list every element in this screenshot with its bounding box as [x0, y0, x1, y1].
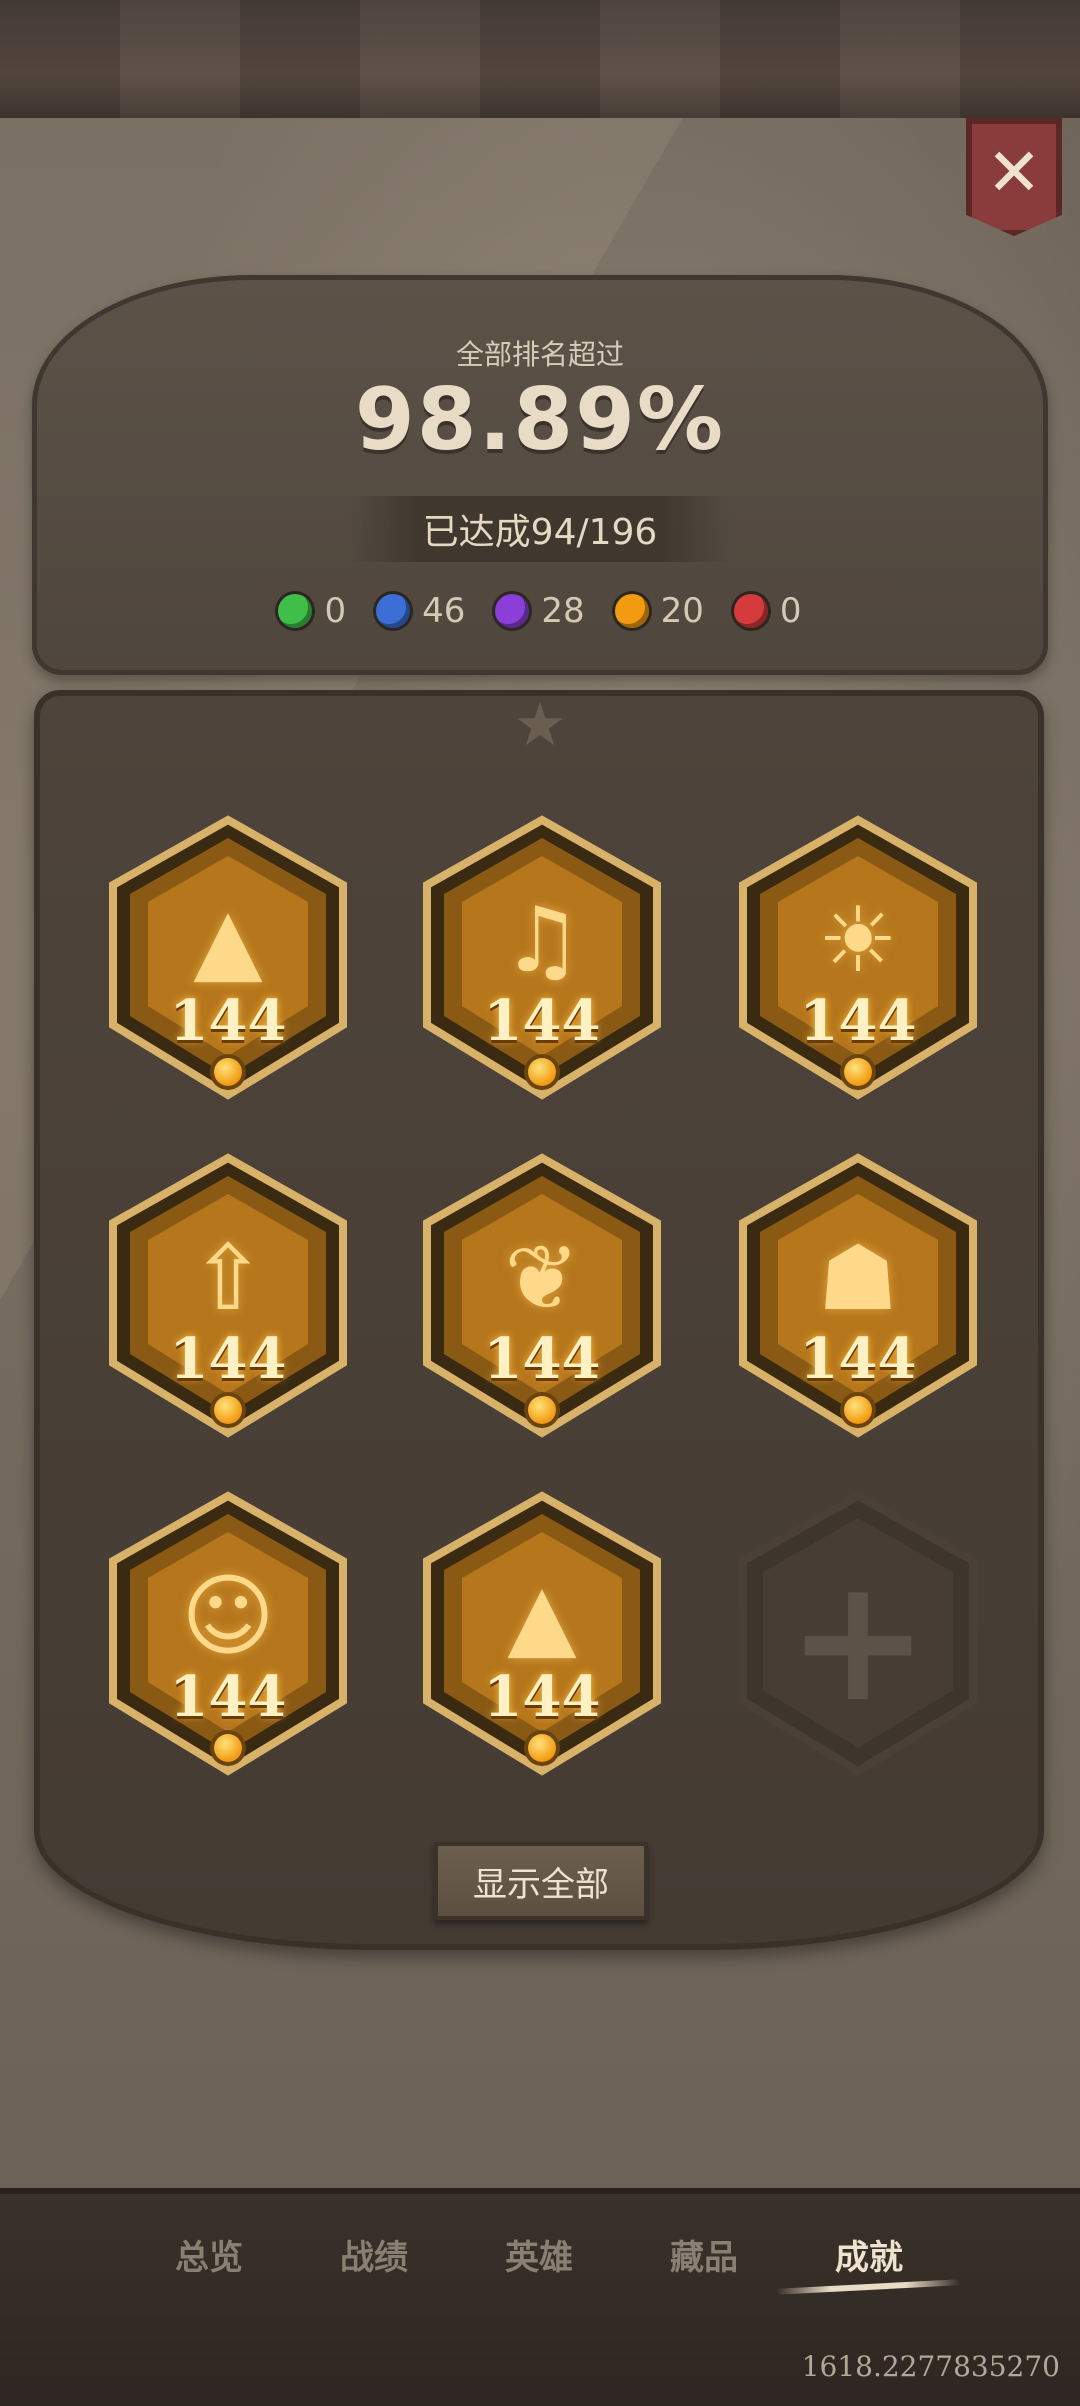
- achievement-badge[interactable]: ▲ 144: [98, 810, 358, 1110]
- gem-count-green: 0: [278, 591, 346, 631]
- orange-gem-icon: [614, 594, 649, 628]
- achievement-badge[interactable]: ☺ 144: [98, 1486, 358, 1786]
- plus-icon: +: [786, 1542, 930, 1740]
- gem-count-value: 46: [422, 591, 466, 631]
- gem-count-value: 0: [324, 591, 347, 631]
- badge-gem-icon: [214, 1396, 242, 1424]
- close-button[interactable]: ✕: [966, 118, 1062, 236]
- footer-readout: 1618.2277835270: [801, 2350, 1060, 2383]
- achievement-badge[interactable]: ☀ 144: [728, 810, 988, 1110]
- badge-gem-icon: [214, 1058, 242, 1086]
- gem-count-red: 0: [733, 591, 802, 631]
- robot-icon: ☗: [817, 1226, 899, 1331]
- purple-gem-icon: [495, 594, 530, 628]
- top-wood-strip: [0, 0, 1080, 129]
- badge-level: 144: [169, 1326, 287, 1392]
- rocket-icon: ⇧: [190, 1226, 266, 1331]
- rank-percentage: 98.89%: [354, 370, 726, 470]
- badge-level: 144: [799, 988, 917, 1054]
- badge-gem-icon: [844, 1058, 872, 1086]
- badge-gem-icon: [214, 1734, 242, 1762]
- gem-count-value: 28: [541, 591, 585, 631]
- achieved-count-text: 已达成94/196: [422, 512, 658, 553]
- rank-label: 全部排名超过: [455, 338, 624, 371]
- badge-gem-icon: [844, 1396, 872, 1424]
- blue-gem-icon: [376, 594, 411, 628]
- badge-level: 144: [799, 1326, 917, 1392]
- badge-level: 144: [483, 1326, 601, 1392]
- badge-level: 144: [483, 988, 601, 1054]
- gem-count-orange: 20: [614, 591, 704, 631]
- badge-level: 144: [169, 1664, 287, 1730]
- red-gem-icon: [733, 594, 768, 628]
- tab-achievements[interactable]: 成就: [835, 2230, 903, 2279]
- tab-collection[interactable]: 藏品: [670, 2230, 738, 2279]
- achievement-badge[interactable]: ❦ 144: [412, 1148, 672, 1448]
- badge-level: 144: [483, 1664, 601, 1730]
- badge-level: 144: [169, 988, 287, 1054]
- badge-gem-icon: [528, 1058, 556, 1086]
- achievement-badge[interactable]: ⇧ 144: [98, 1148, 358, 1448]
- tab-heroes[interactable]: 英雄: [505, 2230, 573, 2279]
- achievement-badge[interactable]: ☗ 144: [728, 1148, 988, 1448]
- girl-face-icon: ☺: [181, 1564, 275, 1669]
- green-gem-icon: [278, 594, 313, 628]
- tab-overview[interactable]: 总览: [175, 2230, 243, 2279]
- add-badge-slot[interactable]: +: [728, 1486, 988, 1786]
- sun-face-icon: ☀: [817, 888, 899, 993]
- achievement-badge[interactable]: ▲ 144: [412, 1486, 672, 1786]
- gem-count-value: 0: [779, 591, 802, 631]
- mountain-icon: ▲: [507, 1564, 577, 1669]
- star-icon: ★: [513, 690, 567, 760]
- music-record-icon: ♫: [501, 888, 583, 993]
- mountain-icon: ▲: [193, 888, 263, 993]
- gem-count-row: 0 46 28 20 0: [0, 585, 1080, 637]
- achievement-badge[interactable]: ♫ 144: [412, 810, 672, 1110]
- show-all-button[interactable]: 显示全部: [434, 1842, 648, 1920]
- badge-gem-icon: [528, 1734, 556, 1762]
- gem-count-blue: 46: [376, 591, 465, 631]
- gem-count-purple: 28: [495, 591, 585, 631]
- gem-count-value: 20: [660, 591, 704, 631]
- beast-icon: ❦: [504, 1226, 580, 1331]
- tab-records[interactable]: 战绩: [340, 2230, 408, 2279]
- badge-gem-icon: [528, 1396, 556, 1424]
- close-icon: ✕: [986, 134, 1042, 211]
- achieved-count-bar: 已达成94/196: [350, 496, 730, 562]
